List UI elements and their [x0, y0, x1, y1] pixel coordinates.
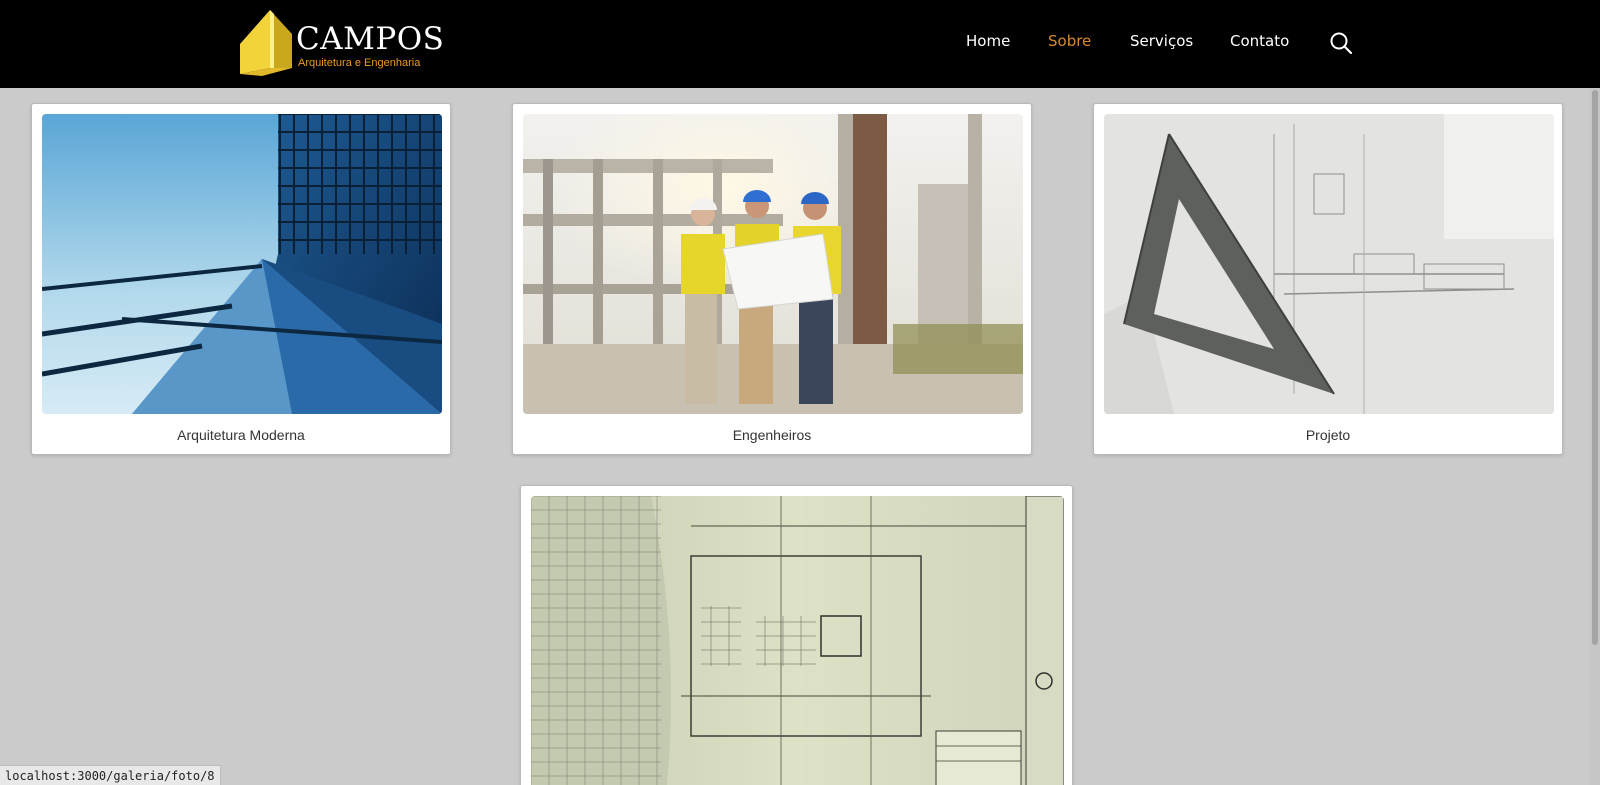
gallery-card-arquitetura-moderna[interactable]: Arquitetura Moderna — [31, 103, 451, 455]
nav-sobre[interactable]: Sobre — [1048, 34, 1091, 49]
brand-tagline: Arquitetura e Engenharia — [298, 57, 421, 69]
modern-glass-building-photo[interactable] — [42, 114, 442, 414]
card-caption: Projeto — [1305, 427, 1351, 443]
card-caption: Arquitetura Moderna — [177, 427, 305, 443]
brand-name: CAMPOS — [296, 21, 445, 57]
nav-contato[interactable]: Contato — [1230, 34, 1289, 49]
gallery-card-blueprint[interactable] — [520, 485, 1073, 785]
engineers-with-blueprint-photo[interactable] — [523, 114, 1023, 414]
card-caption: Engenheiros — [732, 427, 812, 443]
scrollbar-thumb[interactable] — [1592, 90, 1598, 645]
architectural-blueprints-photo[interactable] — [531, 496, 1064, 785]
gallery-card-engenheiros[interactable]: Engenheiros — [512, 103, 1032, 455]
nav-servicos[interactable]: Serviços — [1130, 34, 1193, 49]
page-scrollbar[interactable] — [1589, 88, 1600, 785]
triangle-ruler-on-blueprint-photo[interactable] — [1104, 114, 1554, 414]
browser-status-bar: localhost:3000/galeria/foto/8 — [0, 765, 221, 785]
building-logo-icon — [240, 10, 292, 76]
search-icon — [1330, 32, 1353, 55]
nav-home[interactable]: Home — [966, 34, 1010, 49]
brand-logo[interactable]: CAMPOS Arquitetura e Engenharia — [240, 10, 444, 78]
gallery-card-projeto[interactable]: Projeto — [1093, 103, 1563, 455]
navbar: CAMPOS Arquitetura e Engenharia Home Sob… — [0, 0, 1600, 88]
search-button[interactable] — [1329, 31, 1355, 57]
